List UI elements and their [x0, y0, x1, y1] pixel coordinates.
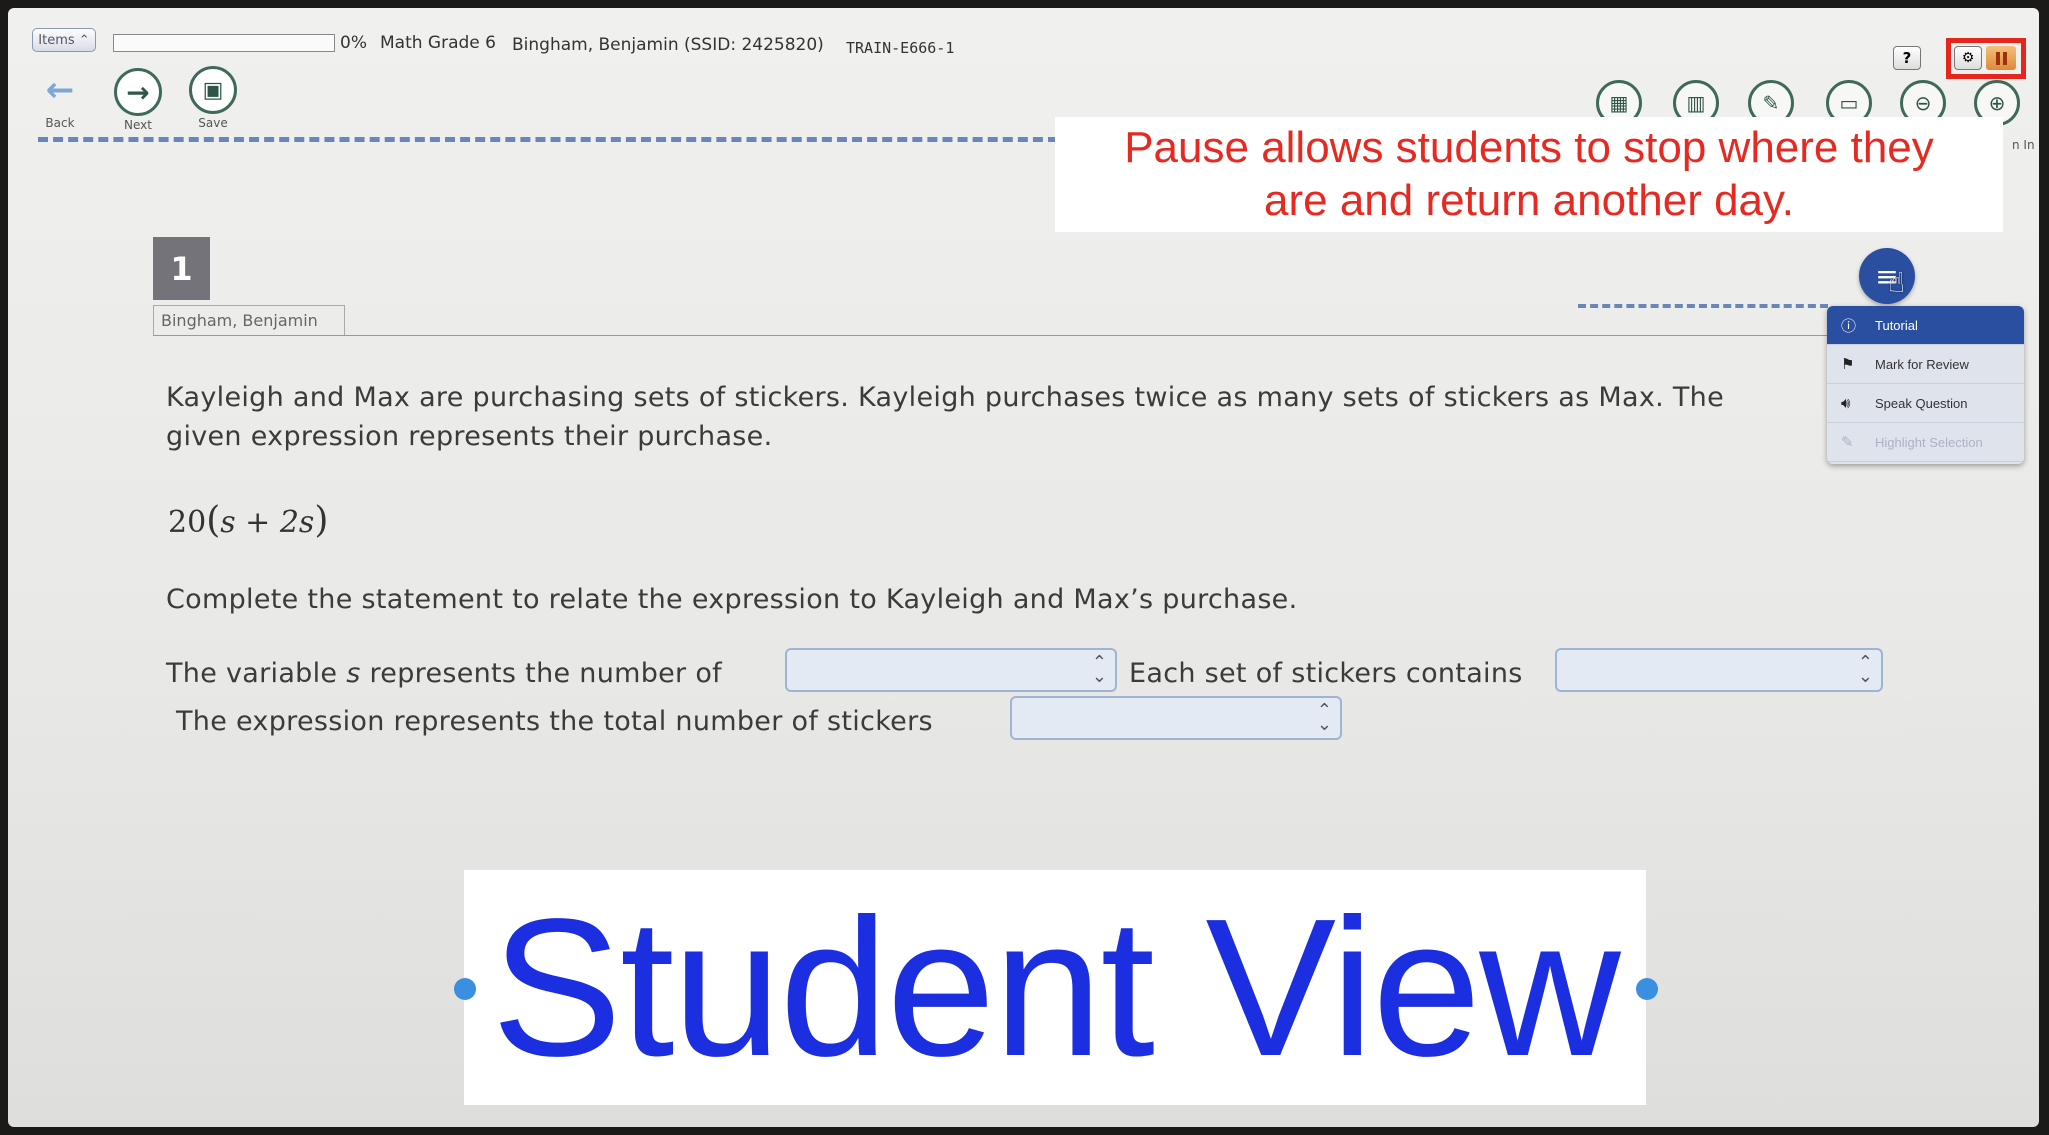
flag-icon: ⚑: [1841, 356, 1855, 373]
info-icon: ⓘ: [1841, 317, 1857, 335]
student-tab: Bingham, Benjamin: [153, 305, 345, 336]
floppy-disk-icon: ▣: [189, 66, 237, 114]
resize-handle-left[interactable]: [454, 978, 476, 1000]
context-menu: ⓘ Tutorial ⚑ Mark for Review 🔊︎ Speak Qu…: [1827, 306, 2024, 464]
question-stem: Kayleigh and Max are purchasing sets of …: [166, 378, 1831, 456]
menu-item-speak-question[interactable]: 🔊︎ Speak Question: [1827, 384, 2024, 423]
zoom-in-label: n In: [2012, 138, 2035, 152]
row2-label: The expression represents the total numb…: [176, 706, 933, 737]
expression-inner: s + 2s: [220, 505, 315, 540]
annotation-line-1: Pause allows students to stop where they: [1124, 123, 1934, 172]
menu-item-tutorial[interactable]: ⓘ Tutorial: [1827, 306, 2024, 345]
menu-item-highlight-selection: ✎ Highlight Selection: [1827, 423, 2024, 462]
back-button[interactable]: ← Back: [30, 66, 90, 130]
pause-annotation: Pause allows students to stop where they…: [1055, 117, 2003, 232]
student-name: Bingham, Benjamin (SSID: 2425820): [512, 35, 824, 55]
progress-bar: [113, 34, 335, 52]
row1-suffix: represents the number of: [369, 658, 722, 689]
test-name: Math Grade 6: [380, 33, 496, 53]
student-view-title: Student View: [491, 878, 1620, 1097]
row1-mid-label: Each set of stickers contains: [1129, 658, 1523, 689]
arrow-left-icon: ←: [45, 70, 75, 110]
question-stem-line-2: given expression represents their purcha…: [166, 421, 773, 452]
progress-dashes: [38, 137, 1058, 142]
items-dropdown[interactable]: Items ⌃: [32, 28, 96, 52]
next-label: Next: [124, 118, 152, 132]
save-label: Save: [198, 116, 228, 130]
variable-dropdown[interactable]: ⌃ ⌄: [785, 648, 1117, 692]
menu-item-label: Tutorial: [1875, 317, 1918, 333]
expression-coefficient: 20: [168, 505, 207, 540]
question-number: 1: [153, 237, 210, 300]
header-divider: [153, 335, 1843, 336]
next-button[interactable]: → Next: [108, 68, 168, 132]
progress-percent: 0%: [340, 33, 367, 53]
back-label: Back: [45, 116, 75, 130]
menu-item-label: Mark for Review: [1875, 356, 1969, 372]
header-dashes: [1578, 304, 1828, 308]
session-id: TRAIN-E666-1: [846, 39, 955, 57]
speaker-icon: 🔊︎: [1841, 394, 1851, 412]
arrow-right-icon: →: [114, 68, 162, 116]
chevron-updown-icon: ⌃ ⌄: [1857, 652, 1873, 687]
given-expression: 20(s + 2s): [168, 500, 329, 541]
save-button[interactable]: ▣ Save: [183, 66, 243, 130]
chevron-updown-icon: ⌃: [74, 32, 90, 48]
row1-prefix: The variable: [166, 658, 338, 689]
highlighter-icon: ✎: [1841, 434, 1854, 451]
pause-highlight-box: [1946, 38, 2026, 79]
menu-item-mark-for-review[interactable]: ⚑ Mark for Review: [1827, 345, 2024, 384]
row1-variable: s: [346, 658, 361, 689]
items-label: Items: [38, 32, 75, 48]
stickers-per-set-dropdown[interactable]: ⌃ ⌄: [1555, 648, 1883, 692]
resize-handle-right[interactable]: [1636, 978, 1658, 1000]
help-icon: ?: [1902, 49, 1912, 67]
hand-cursor-icon: ☝: [1888, 266, 1906, 299]
instruction-text: Complete the statement to relate the exp…: [166, 584, 1298, 615]
annotation-line-2: are and return another day.: [1264, 176, 1794, 225]
context-menu-button[interactable]: ≡: [1859, 248, 1915, 304]
question-stem-line-1: Kayleigh and Max are purchasing sets of …: [166, 382, 1724, 413]
chevron-updown-icon: ⌃ ⌄: [1091, 652, 1107, 687]
student-view-overlay: Student View: [464, 870, 1646, 1105]
help-button[interactable]: ?: [1893, 46, 1921, 70]
chevron-updown-icon: ⌃ ⌄: [1316, 700, 1332, 735]
menu-item-label: Highlight Selection: [1875, 434, 1983, 450]
menu-item-label: Speak Question: [1875, 395, 1968, 411]
row1-label: The variable s represents the number of: [166, 658, 722, 689]
total-stickers-dropdown[interactable]: ⌃ ⌄: [1010, 696, 1342, 740]
